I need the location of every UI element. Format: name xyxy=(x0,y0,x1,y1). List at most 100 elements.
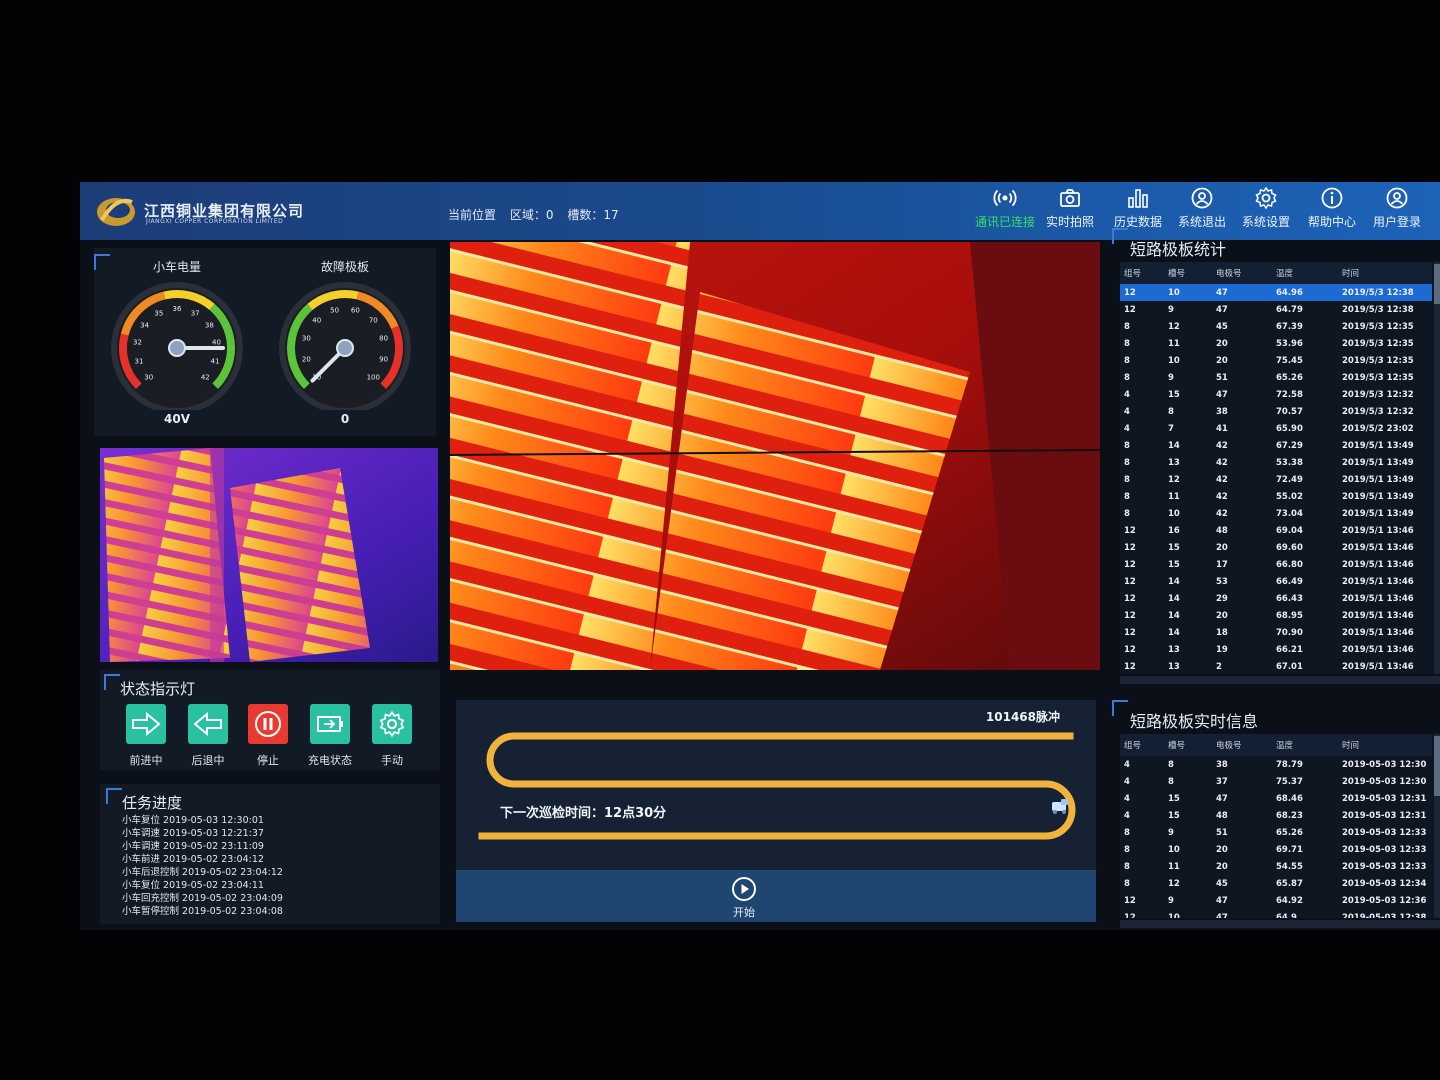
table-row[interactable]: 12 10 47 64.96 2019/5/3 12:38 xyxy=(1120,284,1432,301)
table-cell: 2019-05-03 12:31 xyxy=(1342,810,1427,821)
scrollbar-thumb[interactable] xyxy=(1434,264,1440,304)
table-cell: 47 xyxy=(1216,793,1228,804)
table-cell: 51 xyxy=(1216,372,1228,383)
nav-history-data[interactable]: 历史数据 xyxy=(1105,186,1171,230)
table-row[interactable]: 8 11 20 54.55 2019-05-03 12:33 xyxy=(1120,858,1432,875)
status-backward-label: 后退中 xyxy=(191,754,225,767)
table-row[interactable]: 12 13 19 66.21 2019/5/1 13:46 xyxy=(1120,641,1432,658)
table-cell: 7 xyxy=(1168,423,1174,434)
table-cell: 14 xyxy=(1168,440,1180,451)
start-button-label[interactable]: 开始 xyxy=(456,904,1032,920)
table-row[interactable]: 8 12 42 72.49 2019/5/1 13:49 xyxy=(1120,471,1432,488)
status-backward[interactable]: 后退中 xyxy=(180,704,236,768)
table-cell: 4 xyxy=(1124,406,1130,417)
table-row[interactable]: 12 9 47 64.92 2019-05-03 12:36 xyxy=(1120,892,1432,909)
table-cell: 47 xyxy=(1212,284,1272,301)
column-header[interactable]: 组号 xyxy=(1120,734,1164,756)
table-row[interactable]: 12 13 2 67.01 2019/5/1 13:46 xyxy=(1120,658,1432,674)
nav-help-center[interactable]: 帮助中心 xyxy=(1299,186,1365,230)
column-header[interactable]: 温度 xyxy=(1272,262,1338,284)
column-header[interactable]: 电极号 xyxy=(1212,734,1272,756)
fault-plate-gauge-title: 故障极板 xyxy=(320,260,369,274)
table-row[interactable]: 8 11 42 55.02 2019/5/1 13:49 xyxy=(1120,488,1432,505)
table-row[interactable]: 8 12 45 65.87 2019-05-03 12:34 xyxy=(1120,875,1432,892)
status-backward-light xyxy=(188,704,228,744)
table-row[interactable]: 12 14 53 66.49 2019/5/1 13:46 xyxy=(1120,573,1432,590)
table-cell: 68.46 xyxy=(1276,793,1303,804)
table-row[interactable]: 8 10 20 69.71 2019-05-03 12:33 xyxy=(1120,841,1432,858)
exit-user-icon xyxy=(1191,187,1213,209)
table-cell: 66.21 xyxy=(1276,644,1303,655)
table-row[interactable]: 12 10 47 64.9 2019-05-03 12:38 xyxy=(1120,909,1432,919)
table-cell: 70.90 xyxy=(1276,627,1303,638)
status-forward[interactable]: 前进中 xyxy=(118,704,174,768)
column-header[interactable]: 槽号 xyxy=(1164,734,1212,756)
play-icon[interactable] xyxy=(731,876,757,902)
panel-corner-accent xyxy=(1112,700,1128,716)
column-header[interactable]: 时间 xyxy=(1338,262,1432,284)
table-row[interactable]: 8 9 51 65.26 2019-05-03 12:33 xyxy=(1120,824,1432,841)
scrollbar-thumb[interactable] xyxy=(1434,736,1440,796)
table-cell: 42 xyxy=(1216,440,1228,451)
column-header[interactable]: 时间 xyxy=(1338,734,1432,756)
table-cell: 54.55 xyxy=(1276,861,1303,872)
table-cell: 68.95 xyxy=(1276,610,1303,621)
table-row[interactable]: 8 13 42 53.38 2019/5/1 13:49 xyxy=(1120,454,1432,471)
table-cell: 2019-05-03 12:36 xyxy=(1342,895,1427,906)
gauge-tick-label: 40 xyxy=(312,317,321,325)
vertical-scrollbar[interactable] xyxy=(1434,734,1440,918)
table-row[interactable]: 8 12 45 67.39 2019/5/3 12:35 xyxy=(1120,318,1432,335)
table-row[interactable]: 4 15 47 72.58 2019/5/3 12:32 xyxy=(1120,386,1432,403)
table-row[interactable]: 4 8 37 75.37 2019-05-03 12:30 xyxy=(1120,773,1432,790)
table-row[interactable]: 4 8 38 78.79 2019-05-03 12:30 xyxy=(1120,756,1432,773)
track-path xyxy=(478,732,1076,840)
table-row[interactable]: 8 9 51 65.26 2019/5/3 12:35 xyxy=(1120,369,1432,386)
table-cell: 12 xyxy=(1124,542,1136,553)
table-cell: 8 xyxy=(1124,508,1130,519)
gauge-tick-label: 70 xyxy=(369,317,378,325)
table-row[interactable]: 12 16 48 69.04 2019/5/1 13:46 xyxy=(1120,522,1432,539)
column-header[interactable]: 温度 xyxy=(1272,734,1338,756)
table-row[interactable]: 8 10 20 75.45 2019/5/3 12:35 xyxy=(1120,352,1432,369)
status-manual[interactable]: 手动 xyxy=(364,704,420,768)
table-cell: 12 xyxy=(1124,304,1136,315)
column-header[interactable]: 组号 xyxy=(1120,262,1164,284)
table-cell: 66.80 xyxy=(1276,559,1303,570)
table-row[interactable]: 4 8 38 70.57 2019/5/3 12:32 xyxy=(1120,403,1432,420)
table-cell: 20 xyxy=(1216,844,1228,855)
horizontal-scrollbar[interactable] xyxy=(1120,676,1440,684)
nav-system-settings[interactable]: 系统设置 xyxy=(1233,186,1299,230)
table-row[interactable]: 8 11 20 53.96 2019/5/3 12:35 xyxy=(1120,335,1432,352)
table-row[interactable]: 8 14 42 67.29 2019/5/1 13:49 xyxy=(1120,437,1432,454)
column-header[interactable]: 电极号 xyxy=(1212,262,1272,284)
table-row[interactable]: 12 9 47 64.79 2019/5/3 12:38 xyxy=(1120,301,1432,318)
table-cell: 2019/5/3 12:38 xyxy=(1342,304,1414,315)
table-cell: 67.29 xyxy=(1276,440,1303,451)
table-row[interactable]: 8 10 42 73.04 2019/5/1 13:49 xyxy=(1120,505,1432,522)
table-row[interactable]: 4 15 47 68.46 2019-05-03 12:31 xyxy=(1120,790,1432,807)
table-row[interactable]: 12 14 20 68.95 2019/5/1 13:46 xyxy=(1120,607,1432,624)
status-indicator-panel: 状态指示灯 前进中 后退中 停止 充电状态 手动 xyxy=(100,670,440,770)
horizontal-scrollbar[interactable] xyxy=(1120,920,1440,928)
nav-user-login[interactable]: 用户登录 xyxy=(1364,186,1430,230)
nav-system-exit[interactable]: 系统退出 xyxy=(1169,186,1235,230)
table-cell: 64.9 xyxy=(1276,912,1297,919)
column-header[interactable]: 槽号 xyxy=(1164,262,1212,284)
table-row[interactable]: 12 14 29 66.43 2019/5/1 13:46 xyxy=(1120,590,1432,607)
table-cell: 15 xyxy=(1168,810,1180,821)
vertical-scrollbar[interactable] xyxy=(1434,262,1440,674)
table-row[interactable]: 12 15 20 69.60 2019/5/1 13:46 xyxy=(1120,539,1432,556)
status-charging[interactable]: 充电状态 xyxy=(302,704,358,768)
status-forward-label: 前进中 xyxy=(129,754,163,767)
table-cell: 8 xyxy=(1124,457,1130,468)
nav-connection-status[interactable]: 通讯已连接 xyxy=(972,186,1038,230)
status-stop[interactable]: 停止 xyxy=(240,704,296,768)
table-row[interactable]: 4 15 48 68.23 2019-05-03 12:31 xyxy=(1120,807,1432,824)
table-row[interactable]: 12 14 18 70.90 2019/5/1 13:46 xyxy=(1120,624,1432,641)
task-log-entry: 小车后退控制 2019-05-02 23:04:12 xyxy=(122,867,283,878)
table-row[interactable]: 4 7 41 65.90 2019/5/2 23:02 xyxy=(1120,420,1432,437)
pause-icon xyxy=(255,711,281,737)
panel-corner-accent xyxy=(1112,228,1128,244)
nav-realtime-photo[interactable]: 实时拍照 xyxy=(1037,186,1103,230)
table-row[interactable]: 12 15 17 66.80 2019/5/1 13:46 xyxy=(1120,556,1432,573)
